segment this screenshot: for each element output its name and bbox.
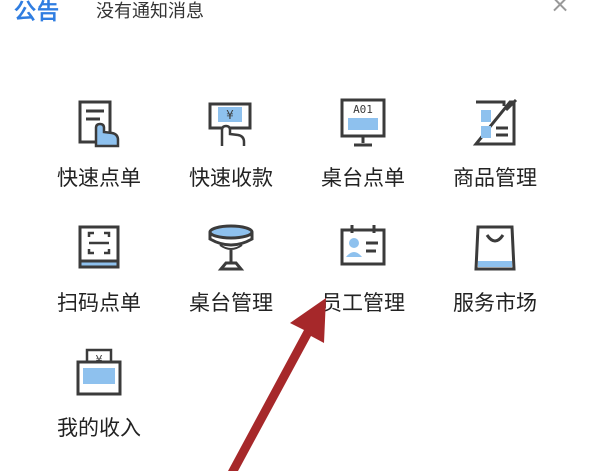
product-management-icon [470,98,520,148]
service-market-icon [470,223,520,273]
notice-bar: 公告 没有通知消息 × [0,0,600,34]
menu-item-label: 员工管理 [321,291,405,315]
quick-payment-icon: ¥ [206,98,256,148]
menu-item-label: 桌台点单 [321,166,405,190]
menu-item-table-management[interactable]: 桌台管理 [166,223,296,333]
menu-item-label: 扫码点单 [57,291,141,315]
scan-order-icon [74,223,124,273]
notice-text: 没有通知消息 [96,1,204,22]
quick-order-icon [74,98,124,148]
menu-item-label: 商品管理 [453,166,537,190]
menu-item-scan-order[interactable]: 扫码点单 [34,223,164,333]
menu-item-my-income[interactable]: ¥ 我的收入 [34,348,164,458]
menu-item-staff-management[interactable]: 员工管理 [298,223,428,333]
yen-symbol: ¥ [226,108,234,122]
menu-item-table-order[interactable]: A01 桌台点单 [298,98,428,208]
menu-item-label: 快速收款 [189,166,273,190]
table-order-icon: A01 [338,98,388,148]
menu-item-product-management[interactable]: 商品管理 [430,98,560,208]
my-income-icon: ¥ [74,348,124,398]
menu-item-label: 服务市场 [453,291,537,315]
menu-item-label: 快速点单 [57,166,141,190]
menu-item-quick-payment[interactable]: ¥ 快速收款 [166,98,296,208]
table-code-text: A01 [353,103,373,116]
menu-item-label: 桌台管理 [189,291,273,315]
table-management-icon [206,223,256,273]
staff-management-icon [338,223,388,273]
notice-tag: 公告 [14,0,61,25]
menu-item-label: 我的收入 [57,416,141,440]
menu-item-service-market[interactable]: 服务市场 [430,223,560,333]
close-icon[interactable]: × [548,0,572,16]
menu-item-quick-order[interactable]: 快速点单 [34,98,164,208]
